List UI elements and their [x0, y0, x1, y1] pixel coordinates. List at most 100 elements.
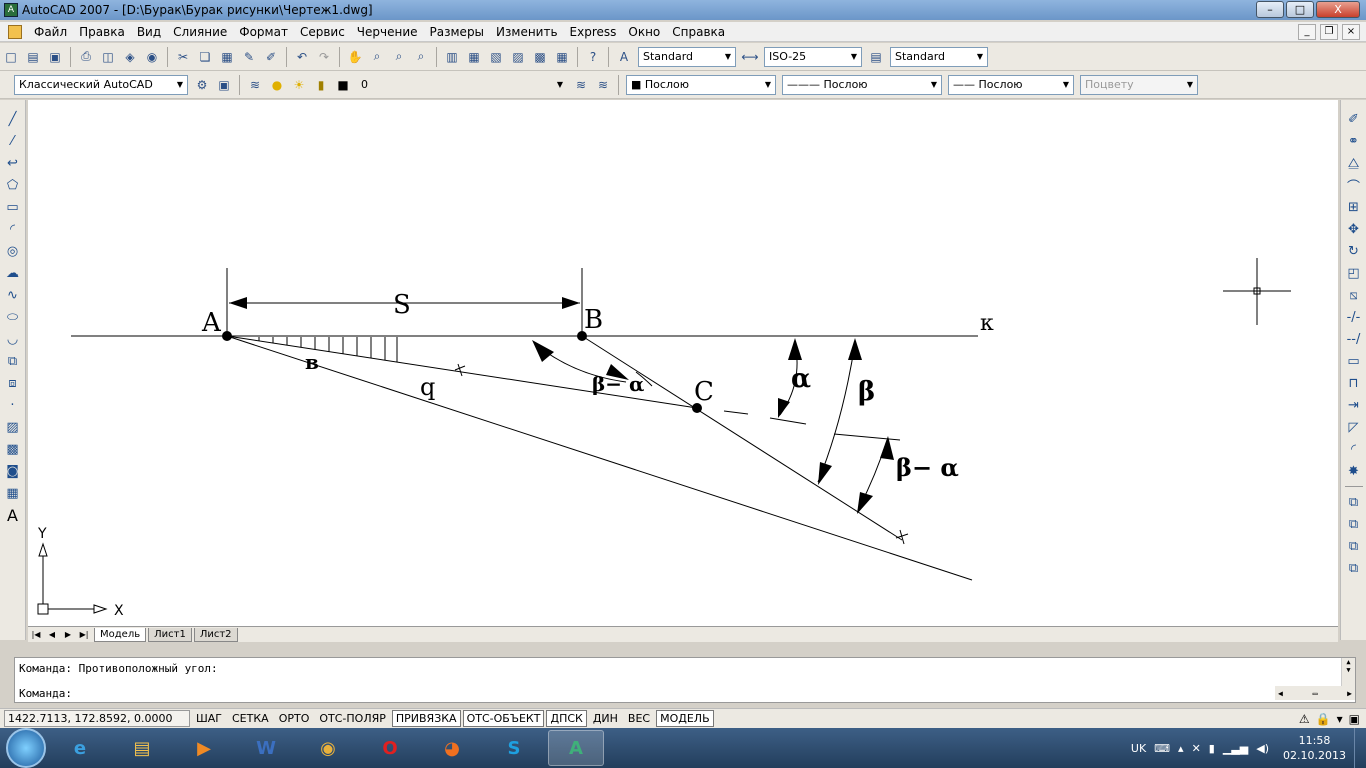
undo-icon[interactable]: ↶: [292, 47, 312, 67]
last-tab-icon[interactable]: ▶|: [76, 628, 92, 642]
show-desktop-button[interactable]: [1354, 728, 1366, 768]
menu-modify[interactable]: Изменить: [490, 22, 564, 42]
redo-icon[interactable]: ↷: [314, 47, 334, 67]
media-player-icon[interactable]: ▶: [176, 730, 232, 766]
move-icon[interactable]: ✥: [1344, 219, 1364, 239]
language-indicator[interactable]: UK: [1131, 742, 1146, 755]
draworder-back-icon[interactable]: ⧉: [1344, 514, 1364, 534]
prev-tab-icon[interactable]: ◀: [44, 628, 60, 642]
3d-dwf-icon[interactable]: ◉: [142, 47, 162, 67]
properties-icon[interactable]: ▥: [442, 47, 462, 67]
explode-icon[interactable]: ✸: [1344, 461, 1364, 481]
scroll-thumb[interactable]: ▭: [1313, 689, 1318, 698]
grid-toggle[interactable]: СЕТКА: [228, 710, 273, 727]
scale-icon[interactable]: ◰: [1344, 263, 1364, 283]
autocad-app-icon[interactable]: A: [4, 3, 18, 17]
ortho-toggle[interactable]: ОРТО: [275, 710, 314, 727]
region-icon[interactable]: ◙: [3, 461, 23, 481]
fillet-icon[interactable]: ◜: [1344, 439, 1364, 459]
power-icon[interactable]: ▮: [1209, 742, 1215, 755]
table-icon[interactable]: ▦: [3, 483, 23, 503]
break-at-point-icon[interactable]: ▭: [1344, 351, 1364, 371]
rotate-icon[interactable]: ↻: [1344, 241, 1364, 261]
ducs-toggle[interactable]: ДПСК: [546, 710, 587, 727]
match-properties-icon[interactable]: ✎: [239, 47, 259, 67]
draworder-above-icon[interactable]: ⧉: [1344, 536, 1364, 556]
polyline-icon[interactable]: ↩: [3, 153, 23, 173]
start-button[interactable]: [6, 728, 46, 768]
make-object-layer-current-icon[interactable]: ≋: [571, 75, 591, 95]
publish-icon[interactable]: ◈: [120, 47, 140, 67]
pan-icon[interactable]: ✋: [345, 47, 365, 67]
hatch-icon[interactable]: ▨: [3, 417, 23, 437]
calculator-icon[interactable]: ▦: [552, 47, 572, 67]
draworder-under-icon[interactable]: ⧉: [1344, 558, 1364, 578]
maximize-button[interactable]: □: [1286, 1, 1314, 18]
erase-icon[interactable]: ✐: [1344, 109, 1364, 129]
menu-window[interactable]: Окно: [622, 22, 666, 42]
zoom-window-icon[interactable]: ⌕: [389, 47, 409, 67]
opera-icon[interactable]: O: [362, 730, 418, 766]
menu-file[interactable]: Файл: [28, 22, 73, 42]
point-icon[interactable]: ·: [3, 395, 23, 415]
print-icon[interactable]: ⎙: [76, 47, 96, 67]
layer-previous-icon[interactable]: ≋: [593, 75, 613, 95]
menu-tools[interactable]: Сервис: [294, 22, 351, 42]
command-window[interactable]: Команда: Противоположный угол: Команда: …: [14, 657, 1356, 703]
document-icon[interactable]: [8, 24, 22, 39]
command-prompt[interactable]: Команда:: [19, 687, 72, 700]
volume-icon[interactable]: ◀): [1256, 742, 1269, 755]
doc-restore-button[interactable]: ❐: [1320, 24, 1338, 40]
cut-icon[interactable]: ✂: [173, 47, 193, 67]
firefox-icon[interactable]: ◕: [424, 730, 480, 766]
table-style-icon[interactable]: ▤: [866, 47, 886, 67]
revision-cloud-icon[interactable]: ☁: [3, 263, 23, 283]
mirror-icon[interactable]: ⧋: [1344, 153, 1364, 173]
open-icon[interactable]: ▤: [23, 47, 43, 67]
doc-close-button[interactable]: ×: [1342, 24, 1360, 40]
minimize-button[interactable]: –: [1256, 1, 1284, 18]
tab-layout1[interactable]: Лист1: [148, 627, 192, 642]
linetype-select[interactable]: ——— Послою ▼: [782, 74, 942, 95]
explorer-icon[interactable]: ▤: [114, 730, 170, 766]
save-icon[interactable]: ▣: [45, 47, 65, 67]
otrack-toggle[interactable]: ОТС-ОБЪЕКТ: [462, 710, 545, 727]
new-icon[interactable]: □: [1, 47, 21, 67]
arc-icon[interactable]: ◜: [3, 219, 23, 239]
close-button[interactable]: X: [1316, 1, 1360, 18]
osnap-toggle[interactable]: ПРИВЯЗКА: [391, 710, 461, 727]
trim-icon[interactable]: -/-: [1344, 307, 1364, 327]
menu-view[interactable]: Вид: [131, 22, 167, 42]
gradient-icon[interactable]: ▩: [3, 439, 23, 459]
polar-toggle[interactable]: ОТС-ПОЛЯР: [315, 710, 390, 727]
menu-help[interactable]: Справка: [666, 22, 731, 42]
dim-style-select[interactable]: ISO-25 ▼: [764, 46, 862, 67]
spline-icon[interactable]: ∿: [3, 285, 23, 305]
block-editor-icon[interactable]: ✐: [261, 47, 281, 67]
markup-icon[interactable]: ▩: [530, 47, 550, 67]
scroll-right-icon[interactable]: ▶: [1347, 689, 1352, 698]
command-hscrollbar[interactable]: ◀ ▭ ▶: [1275, 686, 1355, 700]
help-icon[interactable]: ?: [583, 47, 603, 67]
stretch-icon[interactable]: ⧅: [1344, 285, 1364, 305]
rectangle-icon[interactable]: ▭: [3, 197, 23, 217]
menu-format[interactable]: Формат: [233, 22, 294, 42]
ie-icon[interactable]: e: [52, 730, 108, 766]
drawing-canvas[interactable]: A B C S к в q α β β− α β− α Y X: [28, 100, 1338, 626]
coordinates-readout[interactable]: 1422.7113, 172.8592, 0.0000: [4, 710, 190, 727]
command-scrollbar[interactable]: ▲ ▼: [1341, 658, 1355, 686]
skype-icon[interactable]: S: [486, 730, 542, 766]
scroll-left-icon[interactable]: ◀: [1278, 689, 1283, 698]
construction-line-icon[interactable]: ⁄: [3, 131, 23, 151]
table-style-select[interactable]: Standard ▼: [890, 46, 988, 67]
lock-icon[interactable]: 🔒: [1316, 712, 1331, 726]
show-hidden-icon[interactable]: ▴: [1178, 742, 1184, 755]
line-icon[interactable]: ╱: [3, 109, 23, 129]
preview-icon[interactable]: ◫: [98, 47, 118, 67]
multiline-text-icon[interactable]: A: [3, 505, 23, 525]
clean-screen-icon[interactable]: ▣: [1349, 712, 1360, 726]
ellipse-arc-icon[interactable]: ◡: [3, 329, 23, 349]
next-tab-icon[interactable]: ▶: [60, 628, 76, 642]
autocad-taskbar-icon[interactable]: A: [548, 730, 604, 766]
offset-icon[interactable]: ⌒: [1344, 175, 1364, 195]
